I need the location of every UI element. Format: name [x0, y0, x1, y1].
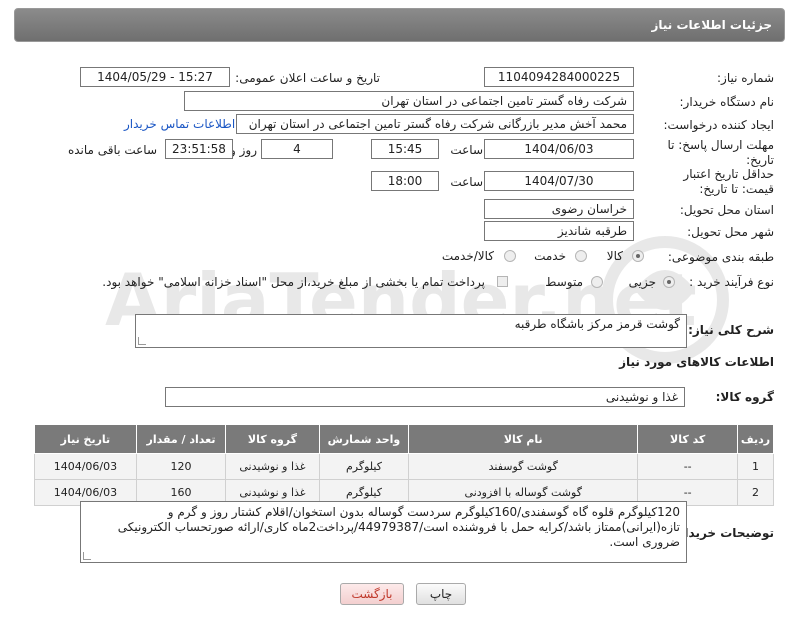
resize-handle-icon[interactable] — [83, 552, 91, 560]
price-date-field: 1404/07/30 — [484, 171, 634, 191]
table-cell: 1404/06/03 — [34, 453, 137, 480]
price-validity-label: حداقل تاریخ اعتبار قیمت: تا تاریخ: — [683, 167, 774, 196]
buyer-org-field: شرکت رفاه گستر تامین اجتماعی در استان ته… — [184, 91, 634, 111]
subject-khedmat-label: خدمت — [534, 249, 566, 263]
table-cell: -- — [637, 453, 739, 480]
city-field: طرقبه شاندیز — [484, 221, 634, 241]
price-time-label: ساعت — [450, 175, 483, 189]
need-desc-label: شرح کلی نیاز: — [688, 323, 774, 337]
table-cell: 1 — [737, 453, 774, 480]
reply-time-field: 15:45 — [371, 139, 439, 159]
goods-info-heading: اطلاعات کالاهای مورد نیاز — [619, 355, 774, 369]
subject-kala-khedmat-radio[interactable] — [504, 250, 516, 262]
col-header: کد کالا — [637, 424, 739, 454]
print-button[interactable]: چاپ — [416, 583, 466, 605]
col-header: ردیف — [737, 424, 774, 454]
back-button[interactable]: بازگشت — [340, 583, 404, 605]
table-row: 1 -- گوشت گوسفند کیلوگرم غذا و نوشیدنی 1… — [34, 453, 774, 480]
days-field: 4 — [261, 139, 333, 159]
buyer-notes-label: توضیحات خریدار: — [672, 526, 774, 540]
table-cell: 2 — [737, 479, 774, 506]
need-number-field: 1104094284000225 — [484, 67, 634, 87]
table-cell: گوشت گوسفند — [408, 453, 639, 480]
treasury-checkbox[interactable] — [497, 276, 508, 287]
reply-deadline-label: مهلت ارسال پاسخ: تا تاریخ: — [667, 138, 774, 167]
requester-label: ایجاد کننده درخواست: — [663, 118, 774, 132]
table-cell: 120 — [135, 453, 227, 480]
buyer-notes-text: 120کیلوگرم قلوه گاه گوسفندی/160کیلوگرم س… — [117, 505, 680, 549]
reply-date-field: 1404/06/03 — [484, 139, 634, 159]
purchase-jozi-label: جزیی — [628, 275, 656, 289]
table-cell: غذا و نوشیدنی — [225, 453, 320, 480]
announce-datetime-label: تاریخ و ساعت اعلان عمومی: — [235, 71, 380, 85]
payment-note: پرداخت تمام یا بخشی از مبلغ خرید،از محل … — [102, 275, 485, 289]
col-header: واحد شمارش — [318, 424, 410, 454]
days-and-label: روز و — [230, 143, 257, 157]
purchase-motevaset-radio[interactable] — [591, 276, 603, 288]
resize-handle-icon[interactable] — [138, 337, 146, 345]
table-cell: کیلوگرم — [318, 453, 410, 480]
buyer-org-label: نام دستگاه خریدار: — [679, 95, 775, 109]
col-header: گروه کالا — [225, 424, 320, 454]
col-header: تعداد / مقدار — [135, 424, 227, 454]
subject-kala-label: کالا — [606, 249, 623, 263]
need-number-label: شماره نیاز: — [717, 71, 774, 85]
subject-khedmat-radio[interactable] — [575, 250, 587, 262]
delivery-city-label: شهر محل تحویل: — [687, 225, 774, 239]
col-header: تاریخ نیاز — [34, 424, 137, 454]
requester-field: محمد آخش مدیر بازرگانی شرکت رفاه گستر تا… — [236, 114, 634, 134]
delivery-province-label: استان محل تحویل: — [679, 203, 774, 217]
items-table: ردیف کد کالا نام کالا واحد شمارش گروه کا… — [34, 424, 774, 506]
subject-kala-khedmat-label: کالا/خدمت — [441, 249, 494, 263]
goods-group-label: گروه کالا: — [715, 390, 774, 404]
subject-kala-radio[interactable] — [632, 250, 644, 262]
page-title: جزئیات اطلاعات نیاز — [651, 18, 772, 32]
table-header-row: ردیف کد کالا نام کالا واحد شمارش گروه کا… — [34, 424, 774, 454]
need-desc-field: گوشت قرمز مرکز باشگاه طرقبه — [135, 314, 687, 348]
purchase-jozi-radio[interactable] — [663, 276, 675, 288]
price-time-field: 18:00 — [371, 171, 439, 191]
col-header: نام کالا — [408, 424, 639, 454]
buyer-notes-field: 120کیلوگرم قلوه گاه گوسفندی/160کیلوگرم س… — [80, 501, 687, 563]
purchase-motevaset-label: متوسط — [545, 275, 583, 289]
subject-class-label: طبقه بندی موضوعی: — [667, 250, 774, 264]
page-header: جزئیات اطلاعات نیاز — [14, 8, 785, 42]
goods-group-field: غذا و نوشیدنی — [165, 387, 685, 407]
announce-datetime-field: 1404/05/29 - 15:27 — [80, 67, 230, 87]
buyer-contact-link[interactable]: اطلاعات تماس خریدار — [124, 117, 235, 131]
remaining-time-field: 23:51:58 — [165, 139, 233, 159]
reply-time-label: ساعت — [450, 143, 483, 157]
province-field: خراسان رضوی — [484, 199, 634, 219]
remaining-label: ساعت باقی مانده — [67, 143, 157, 157]
purchase-type-label: نوع فرآیند خرید : — [689, 275, 774, 289]
need-desc-text: گوشت قرمز مرکز باشگاه طرقبه — [514, 317, 680, 331]
